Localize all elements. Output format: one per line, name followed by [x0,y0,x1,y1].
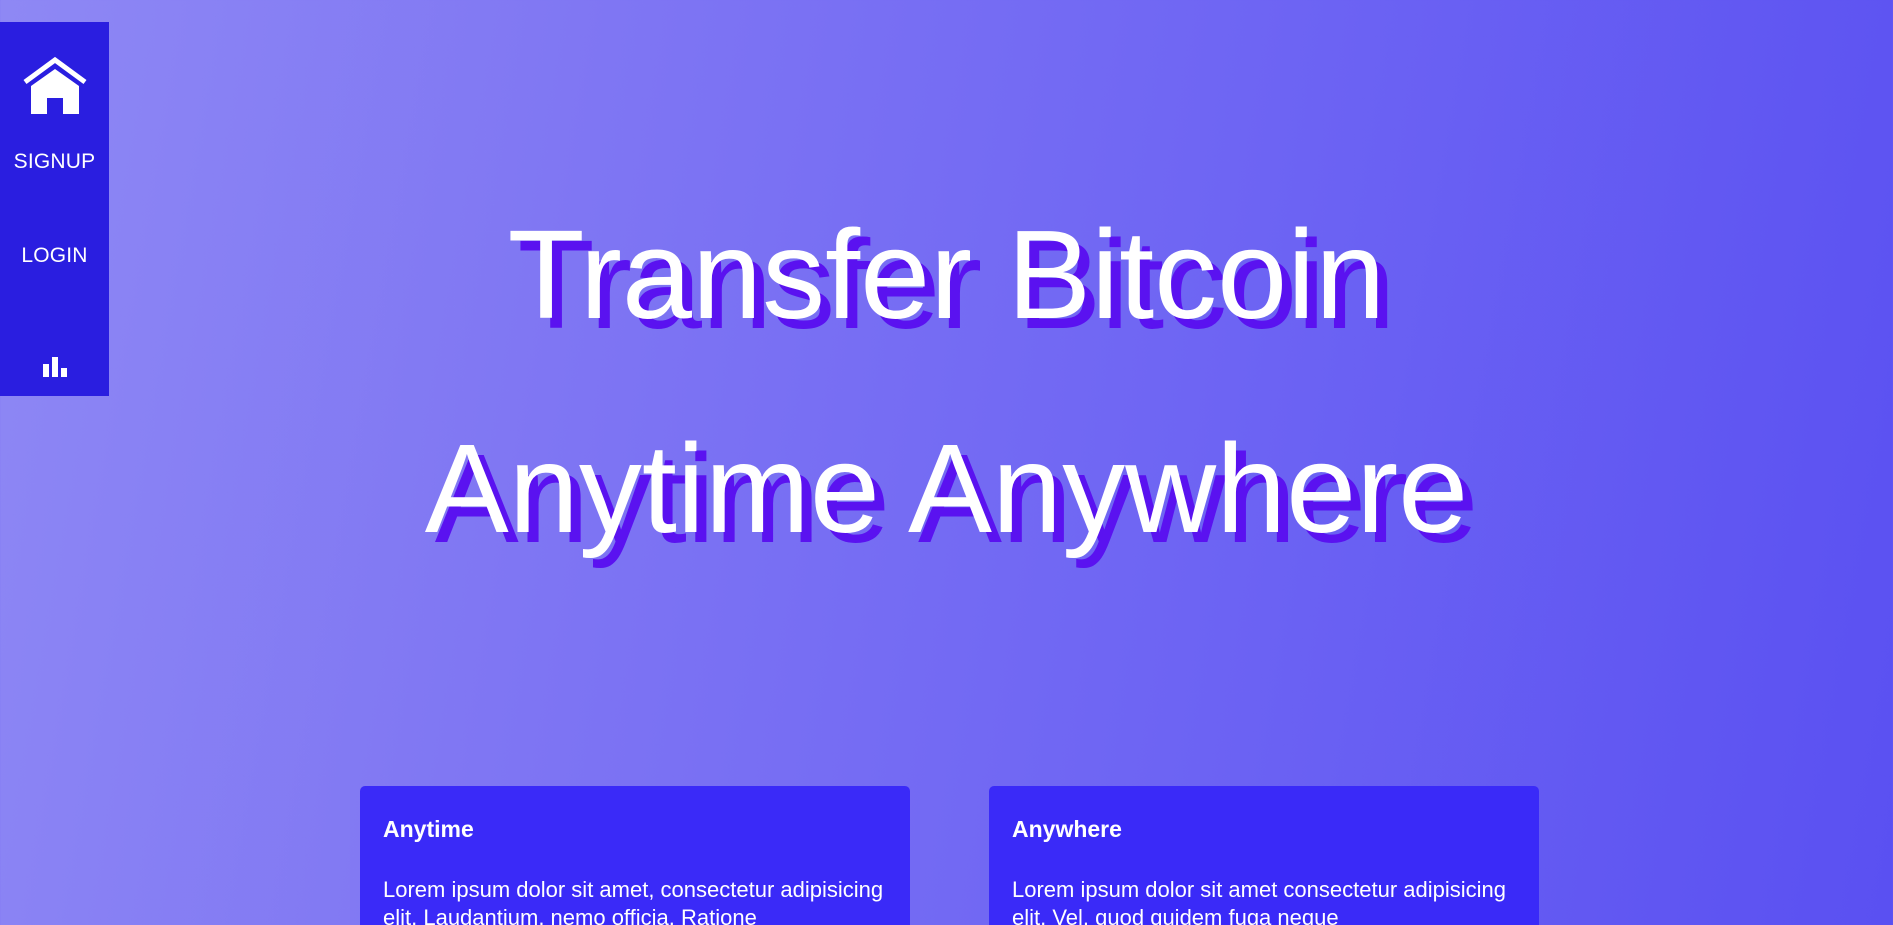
feature-card-anywhere: Anywhere Lorem ipsum dolor sit amet cons… [989,786,1539,925]
signup-link[interactable]: SIGNUP [0,150,109,174]
home-icon [23,56,86,114]
bar-chart-icon [42,357,67,377]
card-body: Lorem ipsum dolor sit amet, consectetur … [383,877,884,925]
sidebar: SIGNUP LOGIN [0,22,109,396]
hero-title-line-1: Transfer Bitcoin [507,204,1386,345]
card-body: Lorem ipsum dolor sit amet consectetur a… [1012,877,1507,925]
card-title: Anytime [383,816,474,842]
card-title: Anywhere [1012,816,1122,842]
home-link[interactable] [0,56,109,116]
stats-link[interactable] [0,354,109,380]
feature-card-anytime: Anytime Lorem ipsum dolor sit amet, cons… [360,786,910,925]
hero-title-line-2: Anytime Anywhere [424,418,1469,559]
